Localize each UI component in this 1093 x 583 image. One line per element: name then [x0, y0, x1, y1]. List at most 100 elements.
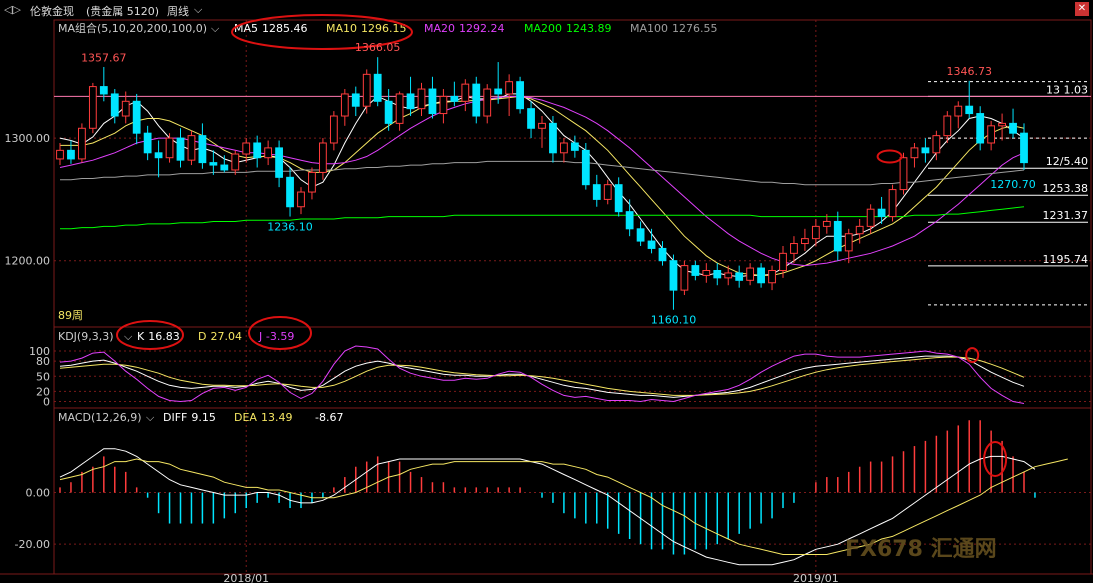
last-price-label: 1270.70 [990, 178, 1036, 191]
high-label-c: 1346.73 [946, 65, 992, 78]
candle-body [921, 147, 930, 154]
chevron-down-icon[interactable]: ⌵ [124, 330, 133, 343]
candle-body [746, 267, 755, 281]
svg-text:DEA13.49: DEA 13.49 [234, 411, 292, 424]
diff-value: 9.15 [191, 411, 216, 424]
price-y-tick: 1300.00 [5, 132, 51, 145]
candle-body [505, 81, 514, 95]
candle-body [998, 122, 1006, 127]
price-levels: 13 1.03 12/5.40 1253.38 1231.37 1195.74 [54, 81, 1091, 306]
candle-body [713, 270, 722, 279]
kdj-legend: KDJ(9,3,3) ⌵ K 16.83 D 27.04 J -3.59 [58, 330, 294, 343]
k-name: K [137, 330, 145, 343]
candle-body [198, 135, 207, 164]
price-panel [56, 57, 1028, 310]
svg-text:J-3.59: J -3.59 [258, 330, 294, 343]
candle-body [592, 184, 601, 200]
kdj-line-j [59, 345, 1025, 404]
k-value: 16.83 [148, 330, 180, 343]
ma10-name: MA10 [326, 22, 357, 35]
candle-body [603, 184, 612, 200]
candle-body [308, 171, 316, 193]
candle-body [822, 220, 831, 227]
kdj-indicator-label[interactable]: KDJ(9,3,3) [58, 330, 114, 343]
ma5-value: 1285.46 [262, 22, 308, 35]
candle-body [110, 93, 119, 117]
candle-body [231, 153, 240, 171]
highlight-circle-breakout [876, 149, 903, 164]
dea-name: DEA [234, 411, 257, 424]
bars-count-label: 89周 [58, 309, 83, 322]
fib-level-label: 13 1.03 [1046, 83, 1088, 96]
high-label-a: 1357.67 [81, 51, 127, 64]
candle-body [669, 260, 678, 291]
macd-indicator-label[interactable]: MACD(12,26,9) [58, 411, 142, 424]
candle-body [472, 83, 481, 117]
chart-canvas: 1300.00 1200.00 2018/01 2019/01 13 1.03 12/5… [0, 14, 1093, 583]
watermark: FX678 汇通网 [845, 537, 997, 562]
fib-level-label: 1253.38 [1043, 182, 1089, 195]
candle-body [757, 267, 765, 284]
svg-text:MA1001276.55: MA100 1276.55 [630, 22, 718, 35]
candle-body [538, 122, 546, 129]
candle-body [209, 162, 218, 166]
candle-body [680, 265, 689, 291]
candle-body [99, 86, 108, 95]
candle-body [319, 142, 327, 173]
ma100-value: 1276.55 [672, 22, 718, 35]
candle-body [1009, 122, 1017, 134]
x-tick-label: 2018/01 [223, 572, 269, 583]
candle-body [351, 93, 360, 107]
svg-text:DIFF9.15: DIFF 9.15 [163, 411, 216, 424]
candle-body [899, 157, 908, 191]
candle-body [450, 95, 459, 102]
ma200-value: 1243.89 [566, 22, 612, 35]
candle-body [570, 142, 579, 151]
candle-body [779, 252, 787, 272]
d-value: 27.04 [210, 330, 242, 343]
candle-body [1020, 132, 1028, 164]
price-y-tick: 1200.00 [5, 255, 51, 268]
kdj-panel: 1008050200 [29, 345, 1091, 408]
ma-line-ma100 [60, 160, 1025, 186]
candle-body [965, 105, 974, 115]
candle-body [384, 100, 393, 124]
svg-text:MA101296.15: MA10 1296.15 [326, 22, 407, 35]
ma200-name: MA200 [524, 22, 562, 35]
ma100-name: MA100 [630, 22, 668, 35]
chevron-down-icon[interactable]: ⌵ [211, 22, 220, 35]
fib-level-label: 1195.74 [1043, 253, 1089, 266]
price-indicator-label[interactable]: MA组合(5,10,20,200,100,0) [58, 21, 207, 35]
candle-body [943, 115, 952, 137]
j-value: -3.59 [266, 330, 294, 343]
candle-body [165, 137, 174, 159]
candle-body [768, 270, 776, 284]
candle-body [187, 135, 196, 161]
ma20-value: 1292.24 [459, 22, 505, 35]
ma-legend: MA5 1285.46 MA10 1296.15 MA20 1292.24 MA200… [234, 22, 718, 35]
ma5-name: MA5 [234, 22, 258, 35]
highlight-circle-kdj [965, 347, 980, 364]
macd-legend: MACD(12,26,9) ⌵ DIFF 9.15 DEA 13.49 -8.67 [58, 411, 343, 424]
candle-body [833, 220, 842, 252]
candle-body [888, 189, 897, 218]
candle-body [340, 93, 349, 117]
candle-body [483, 88, 492, 117]
candle-body [516, 81, 524, 110]
candle-body [362, 73, 371, 107]
low-label-a: 1236.10 [267, 220, 313, 233]
candle-body [691, 265, 700, 276]
grid-lines: 1300.00 1200.00 2018/01 2019/01 [5, 20, 1091, 583]
candle-body [811, 225, 820, 240]
candle-body [614, 184, 623, 213]
candle-body [724, 272, 733, 279]
candle-body [373, 73, 382, 102]
candle-body [581, 149, 590, 186]
candle-body [242, 142, 251, 155]
chevron-down-icon[interactable]: ⌵ [146, 411, 155, 424]
candle-body [78, 127, 86, 160]
candle-body [954, 105, 963, 117]
candle-body [132, 100, 141, 134]
x-tick-label: 2019/01 [793, 572, 839, 583]
diff-name: DIFF [163, 411, 187, 424]
